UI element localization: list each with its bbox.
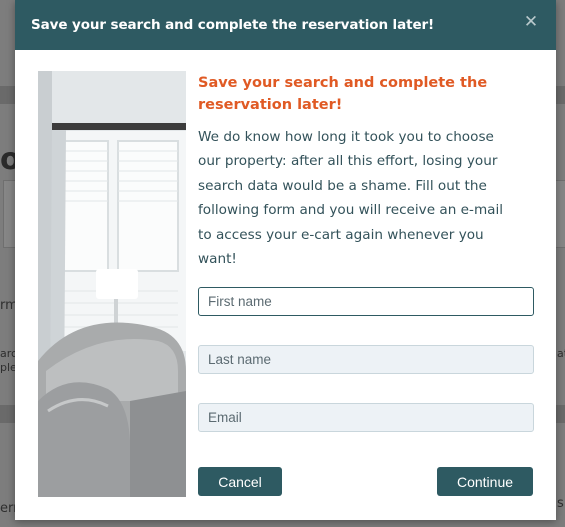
heading-line: reservation later! <box>198 97 343 113</box>
first-name-input[interactable] <box>198 287 534 316</box>
living-room-photo <box>38 71 186 497</box>
description-line: search data would be a shame. Fill out t… <box>198 177 487 194</box>
cancel-button[interactable]: Cancel <box>198 467 282 496</box>
heading-line: Save your search and complete the <box>198 75 488 91</box>
description-line: We do know how long it took you to choos… <box>198 129 494 145</box>
background-text: ati <box>557 347 565 360</box>
modal-title: Save your search and complete the reserv… <box>31 17 435 33</box>
close-icon[interactable]: ✕ <box>522 13 540 31</box>
last-name-input[interactable] <box>198 345 534 374</box>
description-line: want! <box>198 251 237 268</box>
save-search-modal: Save your search and complete the reserv… <box>15 0 556 520</box>
continue-button[interactable]: Continue <box>437 467 533 496</box>
description-line: to access your e-cart again whenever you <box>198 226 484 243</box>
modal-content: Save your search and complete the reserv… <box>198 72 534 271</box>
description-line: our property: after all this effort, los… <box>198 153 498 170</box>
modal-header: Save your search and complete the reserv… <box>15 0 556 50</box>
description-line: following form and you will receive an e… <box>198 202 504 219</box>
modal-heading: Save your search and complete the reserv… <box>198 72 534 116</box>
modal-description: We do know how long it took you to choos… <box>198 125 534 271</box>
background-text: s <box>557 496 564 511</box>
email-input[interactable] <box>198 403 534 432</box>
modal-body: Save your search and complete the reserv… <box>15 50 556 520</box>
